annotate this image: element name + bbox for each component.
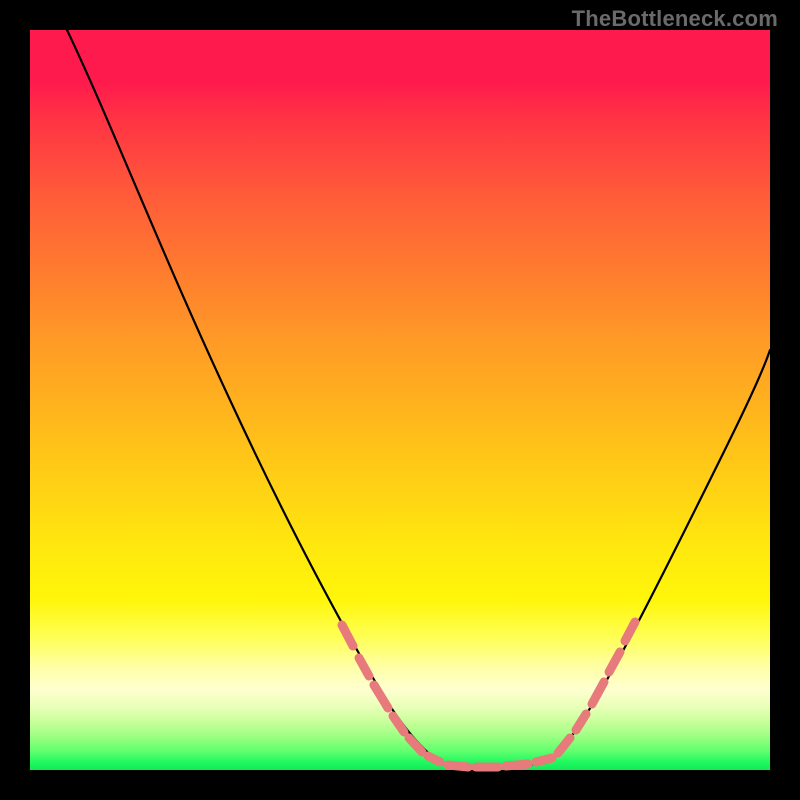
- highlight-right-dashes: [558, 622, 635, 753]
- highlight-left-dashes: [342, 625, 440, 762]
- watermark-text: TheBottleneck.com: [572, 6, 778, 32]
- chart-frame: TheBottleneck.com: [0, 0, 800, 800]
- curve-right-branch: [554, 350, 770, 758]
- highlight-valley-dashes: [448, 758, 552, 767]
- chart-svg: [30, 30, 770, 770]
- curve-left-branch: [67, 30, 448, 765]
